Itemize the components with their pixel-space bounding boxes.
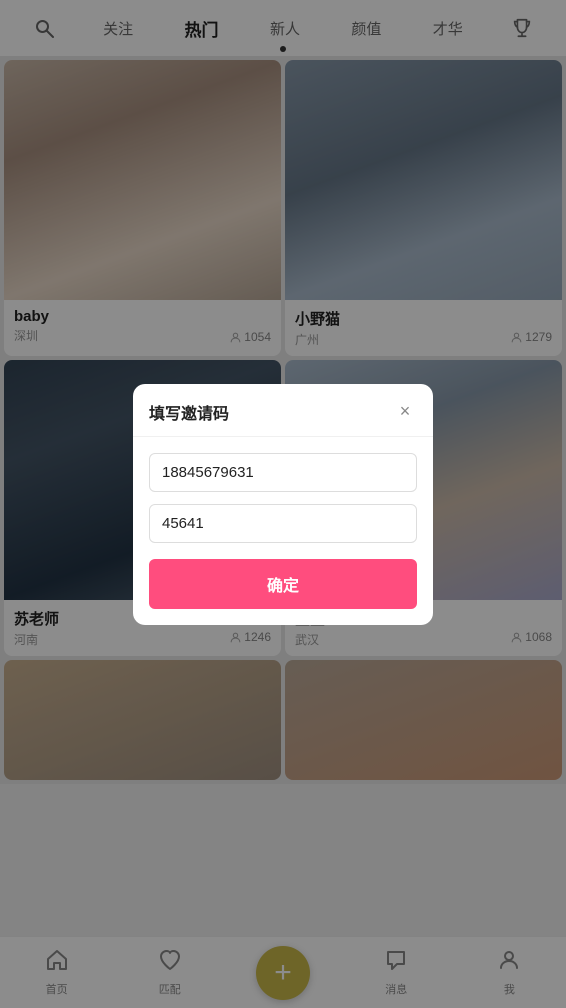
modal-title: 填写邀请码 <box>149 400 229 424</box>
invite-code-input[interactable] <box>149 504 417 543</box>
modal-close-button[interactable]: × <box>393 400 417 424</box>
confirm-button[interactable]: 确定 <box>149 559 417 609</box>
modal-overlay: 填写邀请码 × 确定 <box>0 0 566 1008</box>
modal-body: 确定 <box>133 437 433 625</box>
invite-code-modal: 填写邀请码 × 确定 <box>133 384 433 625</box>
phone-input[interactable] <box>149 453 417 492</box>
modal-header: 填写邀请码 × <box>133 384 433 437</box>
